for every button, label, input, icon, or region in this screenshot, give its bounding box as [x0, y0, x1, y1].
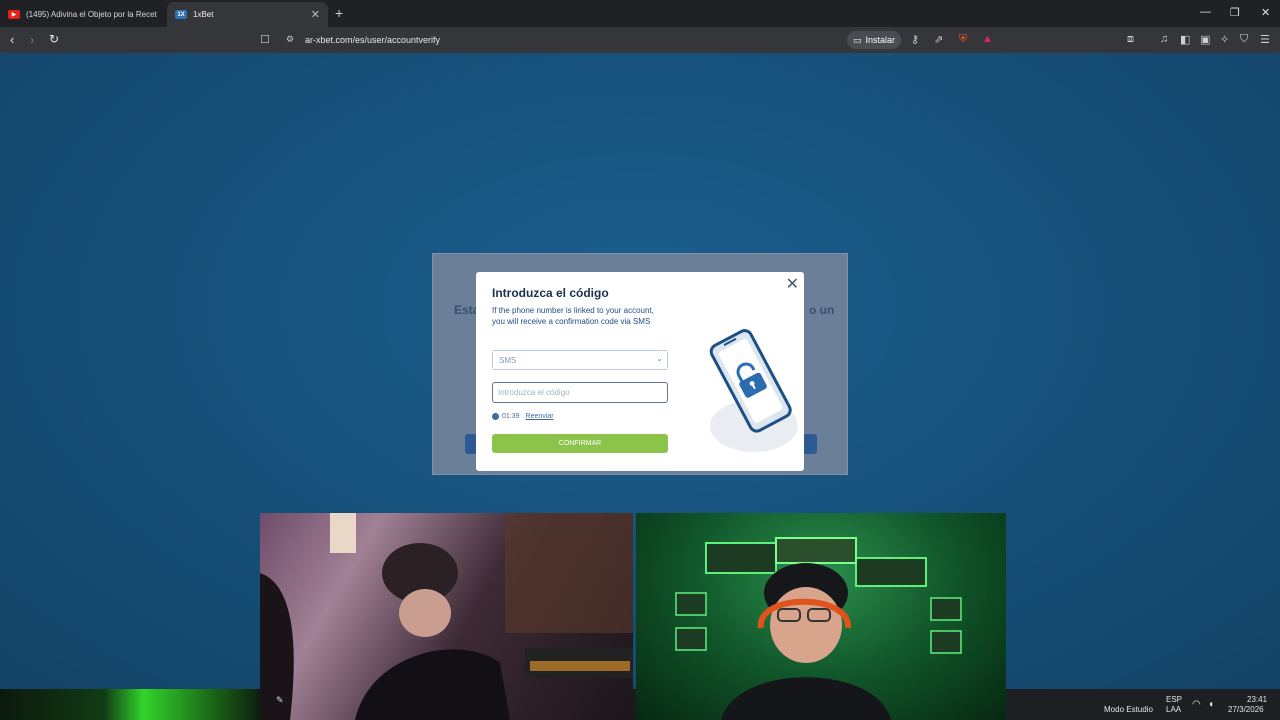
verify-code-modal: ✕ Introduzca el código If the phone numb…: [476, 272, 804, 471]
minimize-icon[interactable]: —: [1200, 6, 1211, 18]
language-top[interactable]: ESP: [1166, 695, 1182, 704]
clock-date[interactable]: 27/3/2026: [1228, 705, 1264, 714]
volume-icon[interactable]: ◖: [1208, 700, 1214, 710]
wifi-icon[interactable]: ◠: [1192, 700, 1201, 710]
stream-green-overlay: [0, 689, 260, 720]
youtube-icon: ▶: [8, 10, 20, 19]
new-tab-icon[interactable]: +: [335, 5, 343, 21]
chevron-down-icon: ⌄: [656, 354, 663, 363]
install-app-button[interactable]: ▭ Instalar: [847, 31, 901, 49]
forward-icon[interactable]: ›: [30, 32, 34, 47]
webcam-right-scene: [675, 537, 962, 720]
1xbet-icon: 1X: [175, 10, 187, 19]
bookmark-icon[interactable]: ☐: [260, 33, 270, 46]
back-icon[interactable]: ‹: [10, 32, 14, 47]
close-icon[interactable]: ✕: [786, 274, 799, 294]
media-icon[interactable]: ♫: [1160, 33, 1168, 45]
resend-link[interactable]: Reenviar: [526, 413, 554, 420]
tab-title: (1495) Adivina el Objeto por la Recet: [26, 10, 157, 19]
webcam-left: [260, 513, 633, 720]
install-label: Instalar: [865, 35, 896, 45]
code-input[interactable]: [492, 382, 668, 403]
webcam-left-scene: [260, 513, 633, 720]
verification-method-select[interactable]: SMS ⌄: [492, 350, 668, 370]
tab-1xbet[interactable]: 1X 1xBet ✕: [167, 2, 328, 27]
clock-time[interactable]: 23:41: [1247, 695, 1267, 704]
resend-timer: 01:39 Reenviar: [492, 413, 554, 420]
mode-label: Modo Estudio: [1104, 705, 1153, 714]
password-key-icon[interactable]: ⚷: [911, 33, 919, 46]
modal-description: If the phone number is linked to your ac…: [492, 306, 654, 326]
taskbar: Modo Estudio ESP LAA ◠ ◖ 23:41 27/3/2026: [1006, 689, 1280, 720]
close-window-icon[interactable]: ✕: [1261, 6, 1270, 19]
screenshot-icon[interactable]: ⧈: [1127, 33, 1134, 46]
share-icon[interactable]: ⇗: [934, 33, 943, 46]
wallet-icon[interactable]: ▣: [1200, 33, 1210, 46]
url-text[interactable]: ar-xbet.com/es/user/accountverify: [305, 35, 440, 45]
phone-lock-illustration: [709, 329, 798, 452]
site-info-icon[interactable]: ⚙: [286, 34, 294, 45]
language-bottom[interactable]: LAA: [1166, 705, 1181, 714]
timer-value: 01:39: [502, 413, 520, 420]
leo-ai-icon[interactable]: ✧: [1220, 33, 1229, 46]
clock-icon: [492, 413, 499, 420]
edit-icon: ✎: [276, 695, 284, 705]
close-tab-icon[interactable]: ✕: [311, 8, 320, 21]
tab-title: 1xBet: [193, 10, 214, 19]
tab-youtube[interactable]: ▶ (1495) Adivina el Objeto por la Recet: [0, 2, 166, 27]
sidebar-icon[interactable]: ◧: [1180, 33, 1190, 46]
brave-shield-icon[interactable]: ⛨: [959, 33, 967, 46]
webcam-right: [636, 513, 1006, 720]
brave-rewards-icon[interactable]: ▲: [982, 33, 993, 45]
modal-title: Introduzca el código: [492, 286, 609, 300]
confirm-button[interactable]: CONFIRMAR: [492, 434, 668, 453]
menu-icon[interactable]: ☰: [1260, 33, 1270, 46]
tab-strip: ▶ (1495) Adivina el Objeto por la Recet …: [0, 0, 1280, 27]
reload-icon[interactable]: ↻: [49, 32, 59, 46]
browser-toolbar: ‹ › ↻ ☐ ⚙ ar-xbet.com/es/user/accountver…: [0, 27, 1280, 53]
install-icon: ▭: [853, 34, 862, 45]
select-value: SMS: [499, 356, 517, 365]
maximize-icon[interactable]: ❐: [1230, 6, 1240, 19]
vpn-icon[interactable]: ⛉: [1240, 33, 1248, 46]
